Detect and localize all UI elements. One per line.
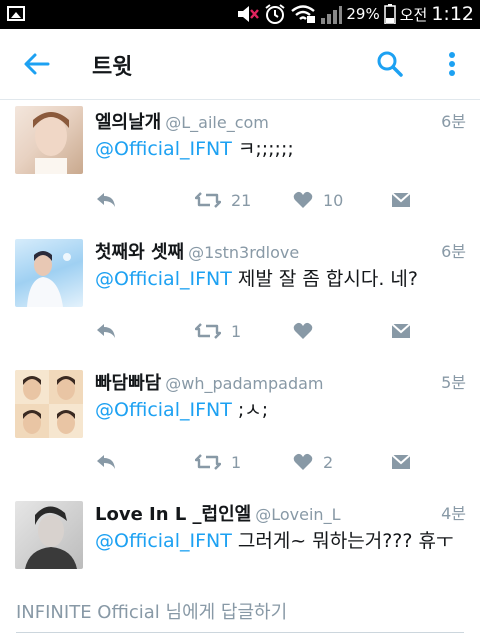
- author-name: Love In L _럽인엘: [95, 504, 252, 525]
- author-name: 엘의날개: [95, 112, 162, 133]
- mention-link[interactable]: @Official_IFNT: [95, 399, 232, 421]
- author-handle: @1stn3rdlove: [188, 243, 300, 262]
- battery-icon: [383, 4, 396, 24]
- author-handle: @Lovein_L: [255, 505, 341, 524]
- status-bar: 29% 오전 1:12: [0, 0, 480, 29]
- signal-icon: [321, 6, 343, 24]
- retweet-button[interactable]: 1: [195, 319, 241, 343]
- more-options-icon[interactable]: [440, 49, 464, 79]
- heart-icon: [293, 191, 313, 208]
- tweet-actions: 1 2: [95, 450, 425, 474]
- like-button[interactable]: 10: [293, 188, 343, 212]
- ampm-label: 오전: [399, 5, 428, 24]
- tweet-time: 5분: [441, 373, 466, 392]
- tweet-body: ;ㅅ;: [231, 399, 269, 421]
- message-icon: [391, 192, 411, 207]
- reply-button[interactable]: [95, 450, 117, 474]
- retweet-icon: [195, 454, 221, 470]
- reply-placeholder[interactable]: INFINITE Official 님에게 답글하기: [16, 598, 287, 624]
- clock: 1:12: [431, 3, 474, 25]
- tweet-text: @Official_IFNT ;ㅅ;: [95, 395, 268, 422]
- retweet-count: 1: [231, 321, 242, 341]
- alarm-icon: [265, 4, 285, 24]
- retweet-icon: [195, 323, 221, 339]
- tweet-body: 그러게~ 뭐하는거??? 휴ㅜ: [231, 530, 454, 552]
- like-count: 2: [323, 452, 334, 472]
- tweet-time: 6분: [441, 242, 466, 261]
- battery-percent: 29%: [346, 5, 380, 23]
- app-bar: 트윗: [0, 29, 480, 100]
- tweet-time: 4분: [441, 504, 466, 523]
- gallery-icon: [7, 6, 25, 21]
- retweet-count: 21: [231, 190, 252, 210]
- message-icon: [391, 454, 411, 469]
- direct-message-button[interactable]: [391, 450, 411, 474]
- tweet-text: @Official_IFNT 제발 잘 좀 합시다. 네?: [95, 264, 418, 291]
- heart-icon: [293, 453, 313, 470]
- retweet-icon: [195, 192, 221, 208]
- reply-button[interactable]: [95, 188, 117, 212]
- retweet-count: 1: [231, 452, 242, 472]
- avatar[interactable]: [15, 370, 83, 438]
- author-name: 빠담빠담: [95, 373, 162, 394]
- reply-composer[interactable]: INFINITE Official 님에게 답글하기: [0, 580, 480, 640]
- search-icon[interactable]: [375, 49, 405, 79]
- reply-icon: [97, 193, 115, 207]
- author-handle: @L_aile_com: [165, 113, 269, 132]
- retweet-button[interactable]: 1: [195, 450, 241, 474]
- mention-link[interactable]: @Official_IFNT: [95, 138, 232, 160]
- tweet-actions: 1: [95, 319, 425, 343]
- like-button[interactable]: 2: [293, 450, 333, 474]
- avatar[interactable]: [15, 106, 83, 174]
- retweet-button[interactable]: 21: [195, 188, 251, 212]
- message-icon: [391, 323, 411, 338]
- tweet-author[interactable]: 첫째와 셋째 @1stn3rdlove: [95, 238, 299, 264]
- tweet-time: 6분: [441, 112, 466, 131]
- tweet-body: ㅋ;;;;;;: [231, 138, 294, 160]
- wifi-icon: [291, 5, 316, 23]
- heart-icon: [293, 322, 313, 339]
- reply-suffix: 님에게 답글하기: [159, 602, 288, 623]
- author-handle: @wh_padampadam: [165, 374, 324, 393]
- like-button[interactable]: [293, 319, 323, 343]
- tweet-author[interactable]: 엘의날개 @L_aile_com: [95, 108, 269, 134]
- page-title: 트윗: [92, 55, 133, 80]
- tweet-actions: 21 10: [95, 188, 425, 212]
- reply-button[interactable]: [95, 319, 117, 343]
- tweet-text: @Official_IFNT ㅋ;;;;;;: [95, 134, 294, 161]
- back-arrow-icon[interactable]: [22, 49, 52, 79]
- mute-icon: [238, 6, 260, 22]
- tweet-author[interactable]: Love In L _럽인엘 @Lovein_L: [95, 500, 340, 526]
- tweet-text: @Official_IFNT 그러게~ 뭐하는거??? 휴ㅜ: [95, 526, 453, 553]
- tweet-author[interactable]: 빠담빠담 @wh_padampadam: [95, 369, 324, 395]
- tweet-item[interactable]: 엘의날개 @L_aile_com 6분 @Official_IFNT ㅋ;;;;;…: [0, 100, 480, 223]
- avatar[interactable]: [15, 239, 83, 307]
- avatar[interactable]: [15, 501, 83, 569]
- reply-icon: [97, 324, 115, 338]
- mention-link[interactable]: @Official_IFNT: [95, 268, 232, 290]
- reply-icon: [97, 455, 115, 469]
- input-underline: [16, 632, 464, 633]
- reply-target-user: INFINITE Official: [16, 602, 160, 623]
- tweet-item[interactable]: 빠담빠담 @wh_padampadam 5분 @Official_IFNT ;ㅅ;…: [0, 353, 480, 485]
- mention-link[interactable]: @Official_IFNT: [95, 530, 232, 552]
- like-count: 10: [323, 190, 344, 210]
- tweet-body: 제발 잘 좀 합시다. 네?: [231, 268, 418, 290]
- tweet-item[interactable]: 첫째와 셋째 @1stn3rdlove 6분 @Official_IFNT 제발 …: [0, 222, 480, 354]
- tweet-item[interactable]: Love In L _럽인엘 @Lovein_L 4분 @Official_IFN…: [0, 484, 480, 581]
- direct-message-button[interactable]: [391, 188, 411, 212]
- direct-message-button[interactable]: [391, 319, 411, 343]
- author-name: 첫째와 셋째: [95, 242, 185, 263]
